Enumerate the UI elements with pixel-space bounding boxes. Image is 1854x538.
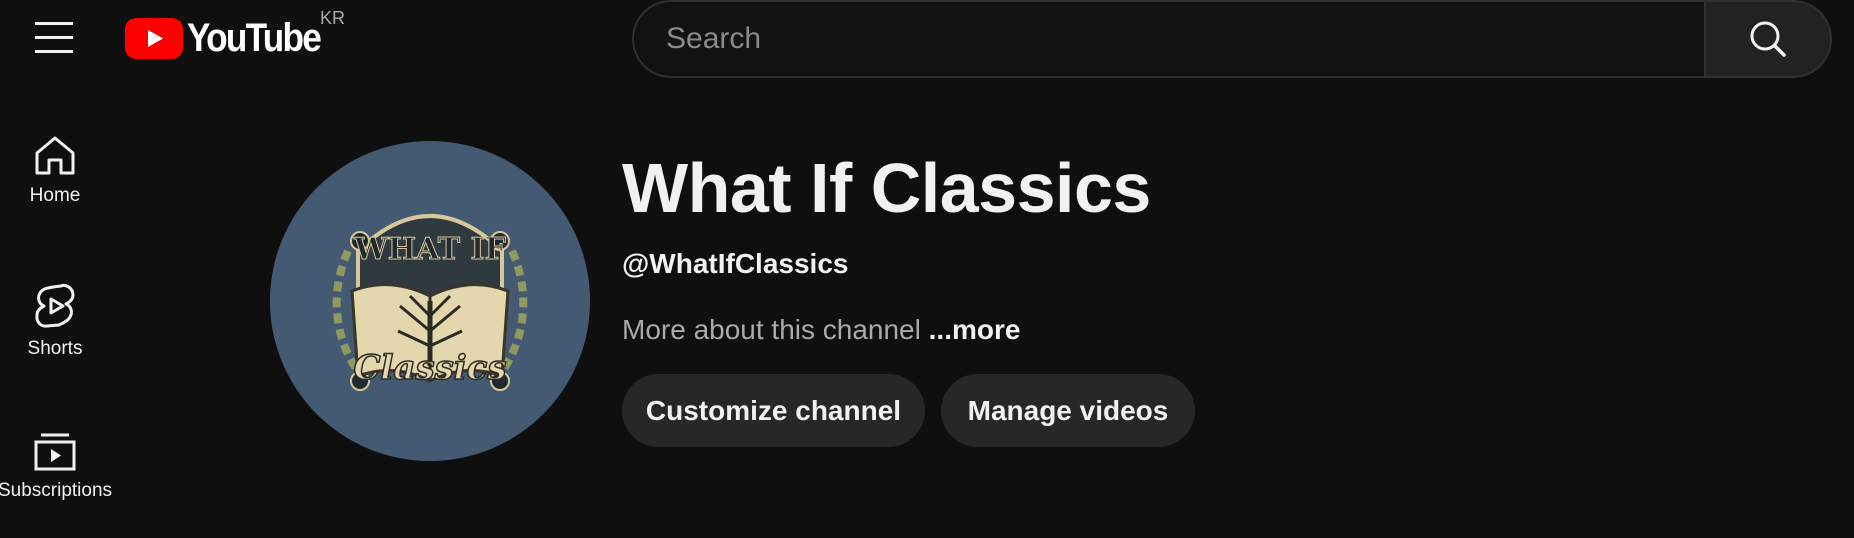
country-code: KR	[320, 8, 346, 28]
customize-channel-button[interactable]: Customize channel	[622, 374, 925, 447]
youtube-logo-icon	[125, 17, 183, 59]
channel-description[interactable]: More about this channel ...more	[622, 314, 1020, 346]
sidebar-item-label: Home	[29, 185, 81, 206]
logo-wordmark: YouTube	[187, 15, 322, 60]
svg-text:Classics: Classics	[353, 348, 506, 388]
channel-description-text: More about this channel	[622, 314, 921, 345]
channel-logo-icon: WHAT IF Classics	[270, 141, 590, 461]
sidebar-item-subscriptions[interactable]: Subscriptions	[0, 432, 113, 502]
channel-name: What If Classics	[622, 149, 1151, 227]
menu-button[interactable]	[24, 12, 84, 64]
channel-avatar[interactable]: WHAT IF Classics	[270, 141, 590, 461]
shorts-icon	[35, 284, 75, 328]
sidebar-item-label: Shorts	[27, 338, 83, 359]
more-link[interactable]: ...more	[929, 314, 1021, 345]
channel-handle: @WhatIfClassics	[622, 248, 849, 279]
home-icon	[35, 136, 75, 175]
top-bar: YouTube KR	[0, 0, 1854, 80]
sidebar-item-home[interactable]: Home	[0, 133, 110, 207]
svg-text:WHAT IF: WHAT IF	[353, 232, 506, 267]
search-icon	[1750, 21, 1786, 57]
youtube-logo[interactable]: YouTube	[125, 14, 338, 62]
manage-videos-button[interactable]: Manage videos	[941, 374, 1195, 447]
subscriptions-icon	[34, 433, 76, 471]
sidebar-item-label: Subscriptions	[0, 480, 113, 501]
search-button[interactable]	[1704, 0, 1832, 78]
search-bar	[632, 0, 1832, 78]
search-input[interactable]	[632, 0, 1704, 78]
sidebar-item-shorts[interactable]: Shorts	[0, 282, 110, 360]
